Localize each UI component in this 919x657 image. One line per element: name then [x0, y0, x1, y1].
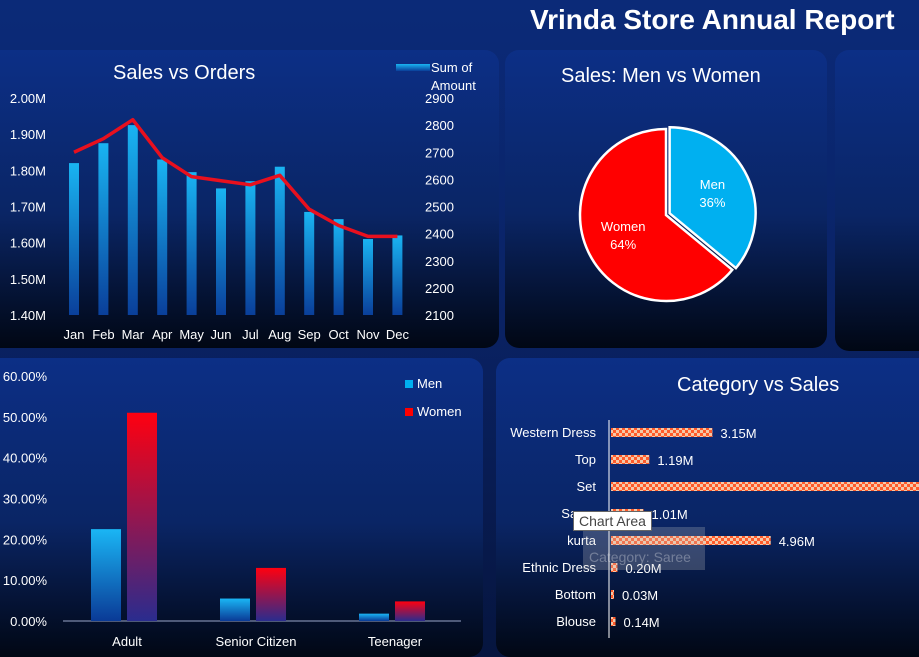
- y-left-tick: 1.70M: [10, 200, 46, 215]
- category-label: Western Dress: [510, 425, 596, 440]
- category-label: Blouse: [556, 614, 596, 629]
- age-bar-women: [127, 412, 157, 621]
- pie-value: 64%: [610, 237, 636, 252]
- x-tick-label: Adult: [112, 634, 142, 649]
- y-left-tick: 1.80M: [10, 163, 46, 178]
- y-right-tick: 2900: [425, 91, 454, 106]
- legend-swatch: [405, 408, 413, 416]
- y-tick-label: 50.00%: [3, 410, 48, 425]
- category-bar: [611, 590, 614, 599]
- category-label: Top: [575, 452, 596, 467]
- y-right-tick: 2600: [425, 172, 454, 187]
- category-value-label: 1.19M: [657, 453, 693, 468]
- category-bar: [611, 482, 919, 491]
- chart-area-tooltip: Chart Area: [573, 511, 652, 531]
- legend-label: Women: [417, 404, 462, 419]
- category-bar: [611, 455, 650, 464]
- y-tick-label: 30.00%: [3, 492, 48, 507]
- category-value-label: 4.96M: [779, 534, 815, 549]
- category-value-label: 0.03M: [622, 588, 658, 603]
- age-bar-men: [220, 598, 250, 621]
- side-panel[interactable]: [835, 50, 919, 351]
- pie-label: Men: [700, 177, 725, 192]
- y-right-tick: 2400: [425, 227, 454, 242]
- y-left-tick: 2.00M: [10, 91, 46, 106]
- legend-swatch: [396, 64, 430, 71]
- y-tick-label: 10.00%: [3, 573, 48, 588]
- orders-line: [73, 117, 398, 239]
- x-tick-label: Jan: [64, 327, 85, 342]
- y-right-tick: 2700: [425, 145, 454, 160]
- category-value-label: 1.01M: [652, 507, 688, 522]
- category-chart: Western Dress3.15MTop1.19MSetSaree1.01Mk…: [510, 420, 919, 638]
- category-value-label: 3.15M: [720, 426, 756, 441]
- sales-bar: [127, 125, 138, 315]
- page-title: Vrinda Store Annual Report: [530, 4, 895, 35]
- x-tick-label: Teenager: [368, 634, 423, 649]
- y-left-tick: 1.50M: [10, 272, 46, 287]
- category-ghost-tooltip: Category: Saree: [583, 527, 705, 570]
- legend-swatch: [405, 380, 413, 388]
- age-group-panel[interactable]: 60.00% 50.00% 40.00% 30.00% 20.00% 10.00% 0.00…: [0, 358, 483, 657]
- y-right-tick: 2500: [425, 200, 454, 215]
- legend-label: Men: [417, 376, 442, 391]
- legend-label: Sum of: [431, 60, 473, 75]
- sales-bar: [216, 188, 226, 315]
- x-tick-label: Aug: [268, 327, 291, 342]
- age-bar-women: [395, 601, 425, 621]
- sales-bar: [157, 159, 168, 315]
- age-bar-men: [359, 613, 389, 621]
- y-right-tick: 2300: [425, 254, 454, 269]
- sales-bar: [186, 172, 197, 315]
- age-bar-women: [256, 567, 286, 621]
- y-left-tick: 1.40M: [10, 308, 46, 323]
- sales-orders-chart: 2.00M 1.90M 1.80M 1.70M 1.60M 1.50M 1.40M 2900 2…: [10, 60, 476, 342]
- category-panel[interactable]: Category vs Sales Western Dress 3.15M Top 1…: [496, 358, 919, 657]
- sales-bar: [392, 235, 403, 315]
- sales-bar: [274, 166, 285, 315]
- x-tick-label: Feb: [92, 327, 114, 342]
- sales-bar: [69, 163, 79, 315]
- y-tick-label: 20.00%: [3, 532, 48, 547]
- y-tick-label: 60.00%: [3, 369, 48, 384]
- x-tick-label: Apr: [152, 327, 173, 342]
- y-right-tick: 2100: [425, 308, 454, 323]
- pie-label: Women: [601, 219, 646, 234]
- x-tick-label: Jul: [242, 327, 259, 342]
- y-tick-label: 40.00%: [3, 451, 48, 466]
- pie-value: 36%: [699, 195, 725, 210]
- men-women-panel[interactable]: Sales: Men vs Women Men 36% Women 64%: [505, 50, 827, 348]
- y-right-tick: 2800: [425, 118, 454, 133]
- sales-bar: [363, 239, 373, 315]
- sales-bar: [98, 143, 109, 315]
- x-tick-label: May: [179, 327, 204, 342]
- category-bar: [611, 617, 616, 626]
- y-tick-label: 0.00%: [10, 614, 47, 629]
- x-tick-label: Mar: [122, 327, 145, 342]
- x-tick-label: Sep: [298, 327, 321, 342]
- men-women-pie: Men 36% Women 64%: [578, 126, 757, 303]
- x-tick-label: Jun: [211, 327, 232, 342]
- sales-bar: [304, 211, 315, 315]
- category-label: Bottom: [555, 587, 596, 602]
- y-left-tick: 1.60M: [10, 236, 46, 251]
- age-bar-men: [91, 529, 121, 621]
- category-bar: [611, 428, 713, 437]
- y-right-tick: 2200: [425, 281, 454, 296]
- age-group-chart: 60.00% 50.00% 40.00% 30.00% 20.00% 10.00% 0.00…: [3, 369, 462, 649]
- sales-bar: [333, 219, 344, 315]
- legend-label: Amount: [431, 78, 476, 93]
- x-tick-label: Dec: [386, 327, 410, 342]
- y-left-tick: 1.90M: [10, 127, 46, 142]
- x-tick-label: Oct: [328, 327, 349, 342]
- sales-orders-panel[interactable]: Sales vs Orders 2.00M 1.90M 1.80M 1.70M 1.60…: [0, 50, 499, 348]
- x-tick-label: Nov: [356, 327, 380, 342]
- sales-bar: [245, 181, 256, 315]
- category-label: Set: [576, 479, 596, 494]
- x-tick-label: Senior Citizen: [216, 634, 297, 649]
- category-value-label: 0.14M: [624, 615, 660, 630]
